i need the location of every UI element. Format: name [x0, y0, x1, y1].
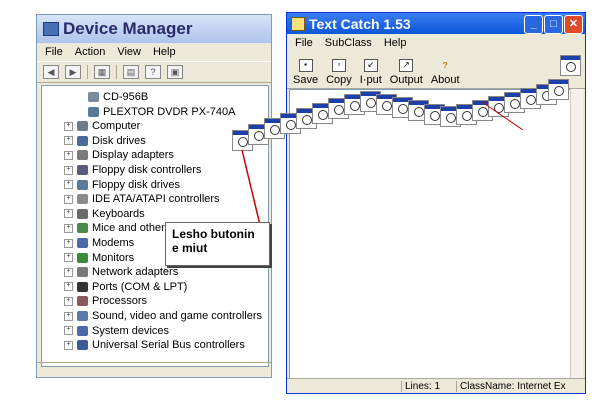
callout-text: Lesho butonin e miut	[172, 227, 255, 255]
callout-box: Lesho butonin e miut	[165, 222, 270, 266]
pointer-line	[241, 101, 524, 226]
